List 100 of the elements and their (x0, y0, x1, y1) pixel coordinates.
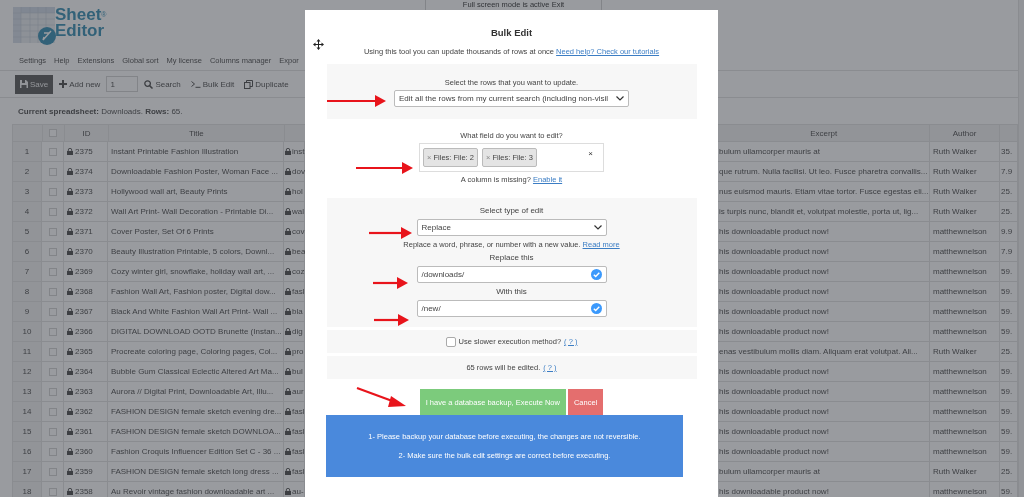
table-cell: matthewnelson (930, 482, 1000, 497)
table-cell: 2368 (75, 287, 93, 296)
table-cell: fasl (292, 467, 305, 476)
table-cell: FASHION DESIGN female sketch long dress ... (108, 462, 284, 481)
pointer-arrow (325, 94, 387, 108)
row-number: 17 (12, 462, 42, 481)
lock-icon (285, 248, 291, 255)
table-cell: 2361 (75, 427, 93, 436)
row-number: 1 (12, 142, 42, 161)
table-cell: fasl (292, 427, 305, 436)
row-number: 9 (12, 302, 42, 321)
table-cell: Fashion Croquis Influencer Edition Set C - 36 ... (108, 442, 284, 461)
copy-icon (244, 79, 254, 89)
lock-icon (67, 208, 73, 215)
table-cell: fasl (292, 287, 305, 296)
table-cell: Ruth Walker (930, 142, 1000, 161)
lock-icon (67, 148, 73, 155)
lock-icon (67, 248, 73, 255)
lock-icon (67, 428, 73, 435)
toolbar-button[interactable]: Bulk Edit (186, 76, 239, 92)
replace-field[interactable]: /downloads/ (416, 266, 607, 283)
table-cell: Ruth Walker (930, 182, 1000, 201)
replace-label: Replace this (489, 253, 534, 262)
pointer-arrow (372, 313, 410, 327)
row-number: 4 (12, 202, 42, 221)
table-cell: matthewnelson (930, 222, 1000, 241)
lock-icon (67, 388, 73, 395)
rows-select[interactable]: Edit all the rows from my current search (including non-visil (394, 90, 629, 107)
table-cell: bla (292, 307, 303, 316)
lock-icon (67, 468, 73, 475)
toolbar-button[interactable]: Search (140, 76, 185, 92)
with-field[interactable]: /new/ (416, 300, 607, 317)
row-number: 7 (12, 262, 42, 281)
lock-icon (285, 408, 291, 415)
row-number: 3 (12, 182, 42, 201)
table-cell: 2365 (75, 347, 93, 356)
table-cell: au- (292, 487, 304, 496)
table-cell: matthewnelson (930, 322, 1000, 341)
table-cell: matthewnelson (930, 362, 1000, 381)
slower-checkbox[interactable] (445, 336, 456, 347)
lock-icon (67, 448, 73, 455)
lock-icon (285, 388, 291, 395)
table-cell: 2373 (75, 187, 93, 196)
lock-icon (285, 208, 291, 215)
lock-icon (285, 448, 291, 455)
table-cell: Instant Printable Fashion Illustration (108, 142, 284, 161)
clear-button[interactable]: × (588, 149, 593, 158)
lock-icon (285, 428, 291, 435)
table-cell: 2371 (75, 227, 93, 236)
table-cell: Fashion Wall Art, Fashion poster, Digital dow... (108, 282, 284, 301)
check-icon (590, 269, 602, 280)
lock-icon (285, 228, 291, 235)
move-icon[interactable] (313, 39, 324, 50)
terminal-icon (190, 80, 201, 88)
table-cell: Cover Poster, Set Of 6 Prints (108, 222, 284, 241)
count-field[interactable]: 1 (106, 76, 139, 92)
row-number: 15 (12, 422, 42, 441)
lock-icon (285, 168, 291, 175)
column-header[interactable]: ID (64, 125, 109, 141)
table-cell: 2363 (75, 387, 93, 396)
toolbar-button[interactable]: Duplicate (240, 76, 293, 92)
table-cell: hol (292, 187, 303, 196)
lock-icon (67, 408, 73, 415)
pointer-arrow (355, 386, 407, 408)
table-cell: wal (292, 207, 304, 216)
table-cell: matthewnelson (930, 282, 1000, 301)
table-cell: Wall Art Print- Wall Decoration - Printable Di... (108, 202, 284, 221)
table-cell: 2370 (75, 247, 93, 256)
lock-icon (285, 268, 291, 275)
column-header[interactable]: Title (108, 125, 285, 141)
row-number: 12 (12, 362, 42, 381)
table-cell: 2372 (75, 207, 93, 216)
table-cell: matthewnelson (930, 262, 1000, 281)
table-cell: Black And White Fashion Wall Art Print- Wall ... (108, 302, 284, 321)
table-cell: 2366 (75, 327, 93, 336)
lock-icon (67, 308, 73, 315)
column-header[interactable]: Author (930, 125, 1001, 141)
table-cell: matthewnelson (930, 422, 1000, 441)
lock-icon (285, 348, 291, 355)
dialog-title: Bulk Edit (490, 27, 533, 38)
table-cell: Downloadable Fashion Poster, Woman Face ... (108, 162, 284, 181)
toolbar-button[interactable]: Save (15, 74, 54, 94)
lock-icon (285, 488, 291, 495)
table-cell: 2369 (75, 267, 93, 276)
pointer-arrow (371, 276, 409, 290)
table-cell: matthewnelson (930, 242, 1000, 261)
table-cell: Ruth Walker (930, 462, 1000, 481)
lock-icon (285, 328, 291, 335)
edit-type-label: Select type of edit (479, 206, 544, 215)
table-cell: Ruth Walker (930, 342, 1000, 361)
caret-icon (616, 96, 624, 101)
table-cell: dov (292, 167, 305, 176)
table-cell: Aurora // Digital Print, Downloadable Art, Illu... (108, 382, 284, 401)
lock-icon (285, 308, 291, 315)
pointer-arrow (354, 161, 414, 175)
table-cell: 2374 (75, 167, 93, 176)
toolbar-button[interactable]: Add new (55, 76, 105, 92)
table-cell: matthewnelson (930, 402, 1000, 421)
edit-type-select[interactable]: Replace (416, 219, 607, 236)
table-cell: 2359 (75, 467, 93, 476)
